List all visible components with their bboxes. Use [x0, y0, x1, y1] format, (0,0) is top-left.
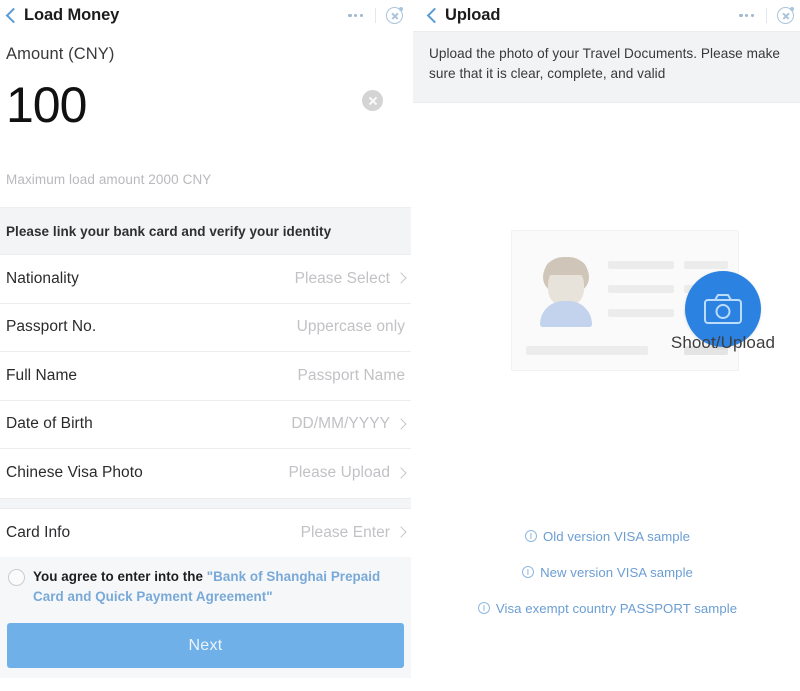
row-value-wrap: Passport Name: [298, 367, 405, 385]
amount-section: Amount (CNY) 100 Maximum load amount 200…: [0, 31, 411, 187]
identity-notice-text: Please link your bank card and verify yo…: [6, 223, 332, 239]
chevron-right-icon: [397, 526, 405, 539]
form-row-passport-no[interactable]: Passport No. Uppercase only: [0, 304, 411, 352]
agreement-prefix: You agree to enter into the: [33, 569, 207, 584]
upload-screen: Upload Upload the photo of your Travel D…: [413, 0, 800, 691]
row-value: DD/MM/YYYY: [291, 415, 390, 433]
form-row-chinese-visa-photo[interactable]: Chinese Visa Photo Please Upload: [0, 449, 411, 498]
card-placeholder-line: [608, 285, 674, 293]
row-value: Please Upload: [288, 464, 390, 482]
link-old-visa-sample[interactable]: Old version VISA sample: [413, 518, 800, 554]
row-value: Passport Name: [297, 366, 405, 384]
chevron-left-icon: [427, 7, 438, 25]
more-horizontal-icon[interactable]: [737, 10, 756, 21]
identity-notice-band: Please link your bank card and verify yo…: [0, 207, 411, 255]
row-value: Uppercase only: [296, 318, 405, 336]
camera-icon: [704, 294, 742, 324]
upload-body: Shoot/Upload Old version VISA sample New…: [413, 103, 800, 691]
link-visa-exempt-passport-sample[interactable]: Visa exempt country PASSPORT sample: [413, 590, 800, 626]
link-label: Visa exempt country PASSPORT sample: [495, 600, 738, 616]
info-circle-icon: [522, 566, 535, 578]
row-label: Passport No.: [6, 318, 97, 336]
row-label: Chinese Visa Photo: [6, 464, 143, 482]
agreement-text: You agree to enter into the "Bank of Sha…: [33, 567, 401, 607]
row-label: Card Info: [6, 523, 71, 541]
page-title: Upload: [445, 6, 501, 24]
upload-instruction-banner: Upload the photo of your Travel Document…: [413, 31, 800, 103]
left-navbar-actions: [346, 7, 403, 24]
chevron-right-icon: [397, 467, 405, 480]
link-new-visa-sample[interactable]: New version VISA sample: [413, 554, 800, 590]
card-placeholder-line: [526, 346, 648, 355]
chevron-right-icon: [397, 272, 405, 285]
row-value: Please Select: [294, 269, 390, 287]
dual-screen-container: Load Money Amount (CNY) 100 Maximum load…: [0, 0, 800, 691]
row-value-wrap: Uppercase only: [297, 318, 405, 336]
navbar-divider: [766, 8, 767, 23]
navbar-divider: [375, 8, 376, 23]
shoot-upload-label: Shoot/Upload: [670, 333, 776, 352]
load-money-screen: Load Money Amount (CNY) 100 Maximum load…: [0, 0, 411, 691]
row-label: Date of Birth: [6, 415, 93, 433]
form-row-nationality[interactable]: Nationality Please Select: [0, 255, 411, 304]
form-group-separator: [0, 497, 411, 509]
identity-form-group: Nationality Please Select Passport No. U…: [0, 255, 411, 498]
clear-circle-x-icon[interactable]: [362, 90, 383, 111]
back-button[interactable]: Upload: [427, 6, 500, 25]
sample-links-list: Old version VISA sample New version VISA…: [413, 518, 800, 626]
person-avatar-icon: [537, 257, 595, 327]
right-navbar: Upload: [413, 0, 800, 31]
chevron-left-icon: [6, 7, 17, 25]
id-card-illustration: Shoot/Upload: [511, 230, 775, 371]
row-label: Nationality: [6, 269, 79, 287]
agreement-checkbox[interactable]: [8, 569, 25, 586]
upload-instruction-text: Upload the photo of your Travel Document…: [429, 46, 781, 81]
info-circle-icon: [524, 530, 537, 542]
next-button-wrap: Next: [0, 623, 411, 678]
amount-input-row[interactable]: 100: [6, 76, 405, 134]
link-label: New version VISA sample: [540, 564, 693, 580]
row-label: Full Name: [6, 366, 78, 384]
page-title: Load Money: [24, 6, 120, 24]
target-close-icon[interactable]: [386, 7, 403, 24]
chevron-right-icon: [397, 418, 405, 431]
left-navbar: Load Money: [0, 0, 411, 31]
right-navbar-actions: [737, 7, 794, 24]
agreement-section: You agree to enter into the "Bank of Sha…: [0, 557, 411, 623]
row-value: Please Enter: [300, 523, 390, 541]
next-button[interactable]: Next: [7, 623, 404, 668]
card-info-group: Card Info Please Enter: [0, 508, 411, 558]
amount-value[interactable]: 100: [6, 80, 87, 130]
target-close-icon[interactable]: [777, 7, 794, 24]
row-value-wrap: Please Upload: [289, 464, 405, 482]
row-value-wrap: DD/MM/YYYY: [291, 415, 405, 433]
more-horizontal-icon[interactable]: [346, 10, 365, 21]
form-row-full-name[interactable]: Full Name Passport Name: [0, 352, 411, 401]
card-placeholder-line: [608, 261, 674, 269]
row-value-wrap: Please Select: [295, 270, 405, 288]
info-circle-icon: [477, 602, 490, 614]
amount-hint: Maximum load amount 2000 CNY: [6, 172, 212, 187]
form-row-date-of-birth[interactable]: Date of Birth DD/MM/YYYY: [0, 401, 411, 449]
link-label: Old version VISA sample: [542, 528, 690, 544]
card-placeholder-line: [608, 309, 674, 317]
row-value-wrap: Please Enter: [301, 524, 405, 542]
card-placeholder-line: [684, 261, 728, 269]
form-row-card-info[interactable]: Card Info Please Enter: [0, 509, 411, 558]
back-button[interactable]: Load Money: [6, 6, 119, 25]
amount-label: Amount (CNY): [6, 45, 115, 63]
